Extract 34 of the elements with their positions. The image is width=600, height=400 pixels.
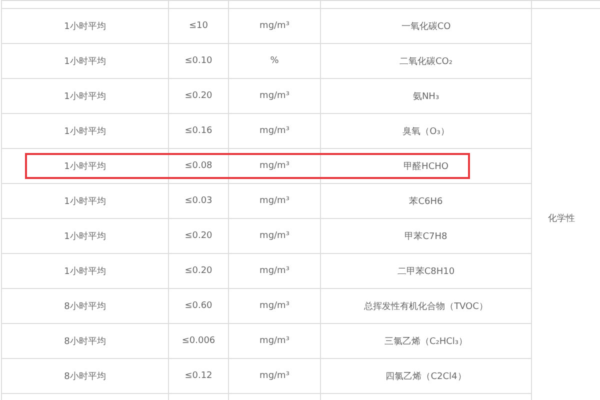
table-cell: mg/m³ bbox=[228, 8, 320, 44]
table-cell: 1小时平均 bbox=[2, 148, 168, 184]
table-cell: mg/m³ bbox=[228, 114, 320, 148]
table-cell: ≤0.20 bbox=[168, 78, 228, 114]
table-cell: mg/m³ bbox=[228, 78, 320, 114]
table-cell: ≤0.10 bbox=[168, 44, 228, 78]
table-cell: % bbox=[228, 44, 320, 78]
table-cell: ≤0.20 bbox=[168, 218, 228, 254]
table-cell: mg/m³ bbox=[228, 218, 320, 254]
table-cell: ≤0.16 bbox=[168, 114, 228, 148]
table-cell: ≤0.03 bbox=[168, 184, 228, 218]
table-cell: 8小时平均 bbox=[2, 324, 168, 358]
table-cell: 1小时平均 bbox=[2, 254, 168, 288]
table-cell: 1小时平均 bbox=[2, 78, 168, 114]
table-cell: mg/m³ bbox=[228, 148, 320, 184]
table-cell: ≤0.08 bbox=[168, 148, 228, 184]
table-cell: ≤0.006 bbox=[168, 324, 228, 358]
table-cell: 一氧化碳CO bbox=[320, 8, 532, 44]
table-cell: mg/m³ bbox=[228, 254, 320, 288]
table-cell: 8小时平均 bbox=[2, 288, 168, 324]
table-cell: mg/m³ bbox=[228, 358, 320, 394]
table-cell: mg/m³ bbox=[228, 324, 320, 358]
table-cell: mg/m³ bbox=[228, 184, 320, 218]
table-cell: 1小时平均 bbox=[2, 184, 168, 218]
table-cell: 1小时平均 bbox=[2, 44, 168, 78]
table-cell: 8小时平均 bbox=[2, 358, 168, 394]
table-cell: ≤0.20 bbox=[168, 254, 228, 288]
table-cell: 1小时平均 bbox=[2, 8, 168, 44]
table-cell: 1小时平均 bbox=[2, 114, 168, 148]
table-cell: ≤0.12 bbox=[168, 358, 228, 394]
table-cell: 1小时平均 bbox=[2, 218, 168, 254]
table-cell: ≤10 bbox=[168, 8, 228, 44]
table-cell: mg/m³ bbox=[228, 288, 320, 324]
table-cell: ≤0.60 bbox=[168, 288, 228, 324]
